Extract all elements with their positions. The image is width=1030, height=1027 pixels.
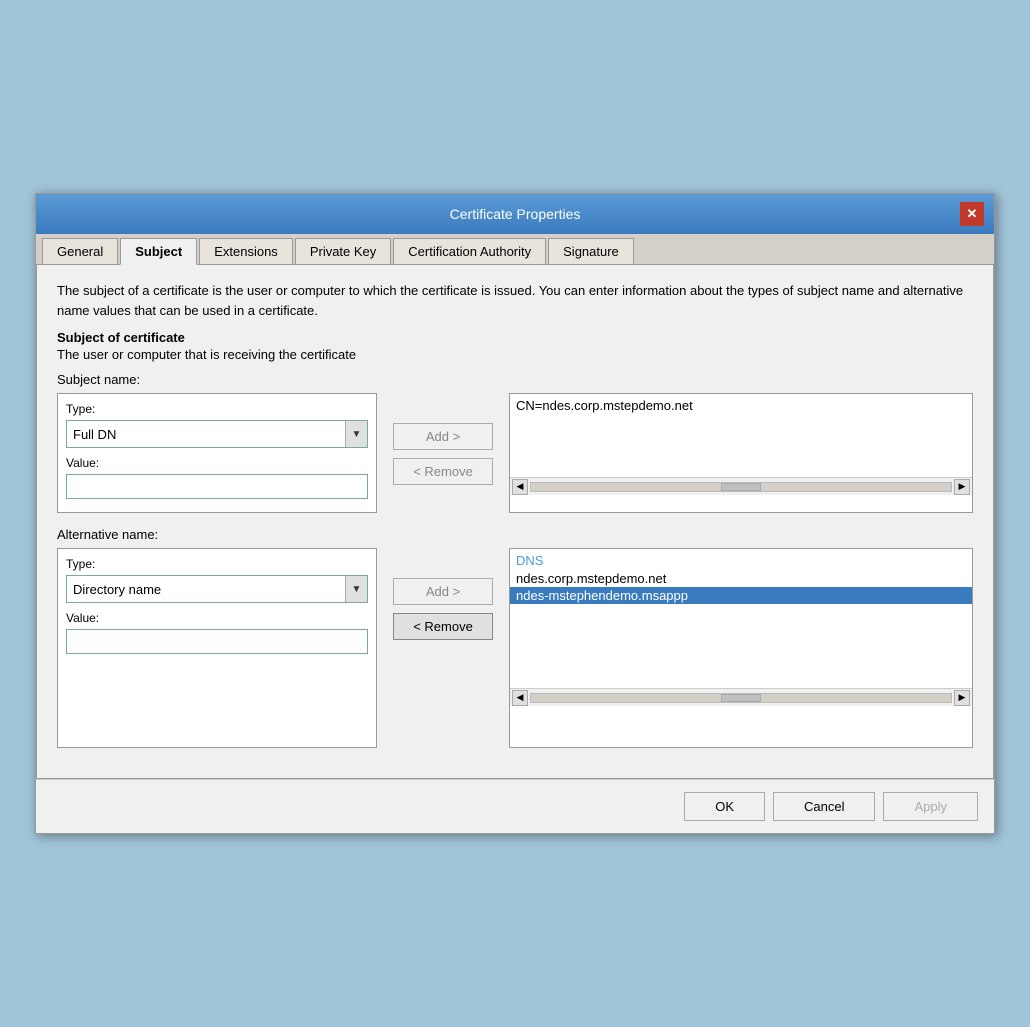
alt-remove-button[interactable]: < Remove: [393, 613, 493, 640]
alt-name-list: DNS ndes.corp.mstepdemo.net ndes-mstephe…: [510, 549, 972, 608]
subject-value-input[interactable]: [66, 474, 368, 499]
alt-value-input[interactable]: [66, 629, 368, 654]
cancel-button[interactable]: Cancel: [773, 792, 875, 821]
alternative-name-row: Type: None Email DNS URL IP address GUID…: [57, 548, 973, 748]
subject-type-select[interactable]: Full DN Common name Email DNS UPN URL IP…: [67, 423, 345, 446]
dns-category-label: DNS: [516, 553, 966, 568]
subject-type-label: Type:: [66, 402, 368, 416]
alt-center-buttons: Add > < Remove: [393, 548, 493, 640]
alt-value-label: Value:: [66, 611, 368, 625]
apply-button[interactable]: Apply: [883, 792, 978, 821]
subject-center-buttons: Add > < Remove: [393, 393, 493, 485]
alt-scroll-left-icon[interactable]: ◀: [512, 690, 528, 706]
alt-list-item-2[interactable]: ndes-mstephendemo.msappp: [510, 587, 972, 604]
certificate-properties-dialog: Certificate Properties ✕ General Subject…: [35, 193, 995, 834]
alt-type-label: Type:: [66, 557, 368, 571]
subject-name-label: Subject name:: [57, 372, 973, 387]
tab-signature[interactable]: Signature: [548, 238, 634, 264]
dialog-title: Certificate Properties: [70, 206, 960, 222]
subject-scroll-left-icon[interactable]: ◀: [512, 479, 528, 495]
tab-certification-authority[interactable]: Certification Authority: [393, 238, 546, 264]
subject-right-content: CN=ndes.corp.mstepdemo.net: [510, 394, 972, 417]
alt-type-dropdown-wrap[interactable]: None Email DNS URL IP address GUID UPN D…: [66, 575, 368, 603]
tab-extensions[interactable]: Extensions: [199, 238, 293, 264]
alt-scrollbar[interactable]: ◀ ▶: [510, 688, 972, 706]
alt-list-item-1[interactable]: ndes.corp.mstepdemo.net: [516, 570, 966, 587]
tabs-bar: General Subject Extensions Private Key C…: [36, 234, 994, 265]
close-button[interactable]: ✕: [960, 202, 984, 226]
subject-scroll-right-icon[interactable]: ▶: [954, 479, 970, 495]
tab-private-key[interactable]: Private Key: [295, 238, 391, 264]
tab-content: The subject of a certificate is the user…: [36, 265, 994, 779]
subject-sub-label: The user or computer that is receiving t…: [57, 347, 973, 362]
subject-right-panel: CN=ndes.corp.mstepdemo.net ◀ ▶: [509, 393, 973, 513]
bottom-buttons-bar: OK Cancel Apply: [36, 779, 994, 833]
alt-type-select[interactable]: None Email DNS URL IP address GUID UPN D…: [67, 578, 345, 601]
subject-scroll-thumb: [721, 483, 761, 491]
subject-scroll-track[interactable]: [530, 482, 952, 492]
alt-scroll-right-icon[interactable]: ▶: [954, 690, 970, 706]
alt-name-left-panel: Type: None Email DNS URL IP address GUID…: [57, 548, 377, 748]
tab-general[interactable]: General: [42, 238, 118, 264]
alt-right-panel: DNS ndes.corp.mstepdemo.net ndes-mstephe…: [509, 548, 973, 748]
subject-add-button[interactable]: Add >: [393, 423, 493, 450]
description-text: The subject of a certificate is the user…: [57, 281, 973, 320]
subject-scrollbar[interactable]: ◀ ▶: [510, 477, 972, 495]
subject-of-cert-label: Subject of certificate: [57, 330, 973, 345]
subject-type-dropdown-wrap[interactable]: Full DN Common name Email DNS UPN URL IP…: [66, 420, 368, 448]
alt-scroll-track[interactable]: [530, 693, 952, 703]
title-bar: Certificate Properties ✕: [36, 194, 994, 234]
subject-type-chevron-down-icon: ▼: [345, 421, 367, 447]
alt-name-label: Alternative name:: [57, 527, 973, 542]
subject-name-row: Type: Full DN Common name Email DNS UPN …: [57, 393, 973, 513]
alt-right-content: DNS ndes.corp.mstepdemo.net ndes-mstephe…: [510, 549, 972, 608]
alt-add-button[interactable]: Add >: [393, 578, 493, 605]
alt-scroll-thumb: [721, 694, 761, 702]
ok-button[interactable]: OK: [684, 792, 765, 821]
alt-type-chevron-down-icon: ▼: [345, 576, 367, 602]
subject-value-label: Value:: [66, 456, 368, 470]
subject-name-left-panel: Type: Full DN Common name Email DNS UPN …: [57, 393, 377, 513]
subject-right-text: CN=ndes.corp.mstepdemo.net: [516, 398, 693, 413]
tab-subject[interactable]: Subject: [120, 238, 197, 265]
subject-remove-button[interactable]: < Remove: [393, 458, 493, 485]
